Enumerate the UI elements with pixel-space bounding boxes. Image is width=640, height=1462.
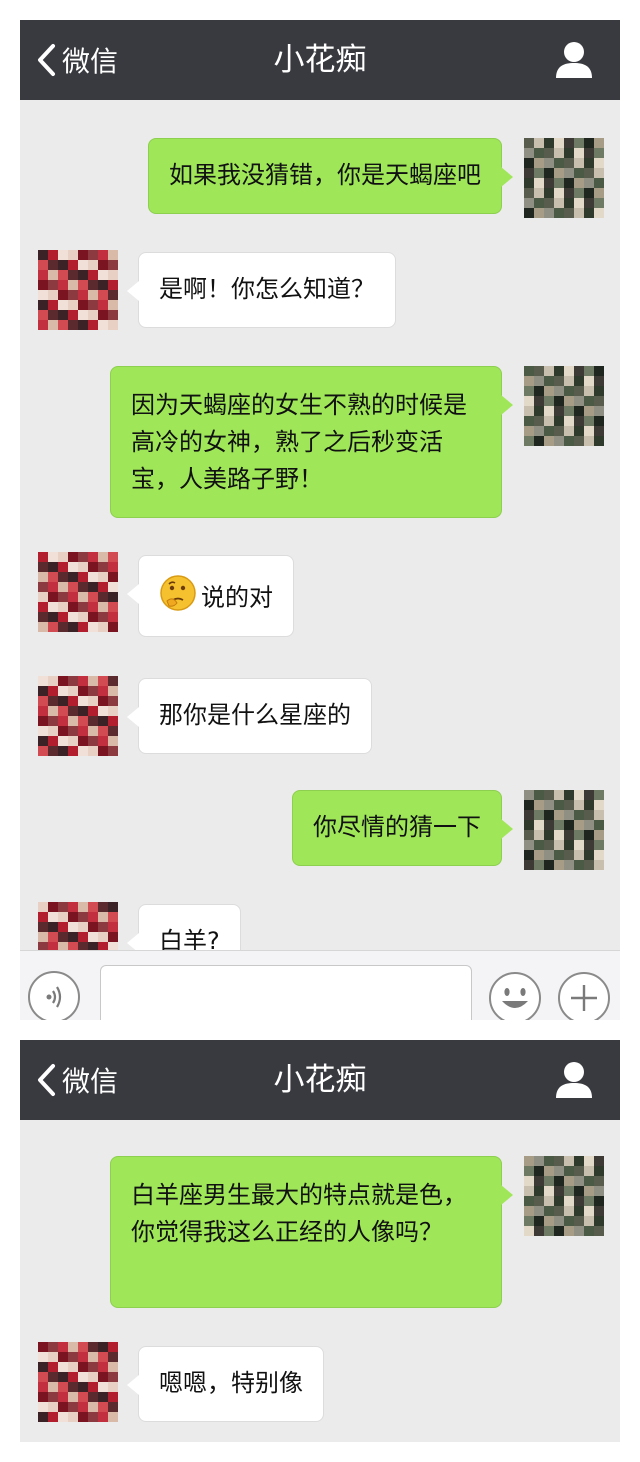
message-text: 因为天蝎座的女生不熟的时候是高冷的女神，熟了之后秒变活宝，人美路子野！ <box>131 391 467 493</box>
avatar-image <box>524 366 604 446</box>
person-icon <box>556 1062 592 1098</box>
message-text: 你尽情的猜一下 <box>313 813 481 841</box>
message-row-me: 如果我没猜错，你是天蝎座吧 <box>20 138 620 218</box>
my-avatar[interactable] <box>524 366 604 446</box>
message-text: 说的对 <box>201 583 273 612</box>
plus-icon <box>558 972 610 1020</box>
message-text: 如果我没猜错，你是天蝎座吧 <box>169 161 481 189</box>
message-row-them: 是啊！你怎么知道？ <box>20 250 620 330</box>
contact-avatar[interactable] <box>38 250 118 330</box>
more-button[interactable] <box>557 971 611 1020</box>
message-row-me: 你尽情的猜一下 <box>20 790 620 870</box>
message-row-them: 说的对 <box>20 552 620 637</box>
profile-button[interactable] <box>554 1060 594 1100</box>
chat-screen-1: 微信 小花痴 如果我没猜错，你是天蝎座吧 是啊！你怎么知道？ 因为天蝎座的女生不… <box>20 20 620 1020</box>
avatar-image <box>38 552 118 632</box>
message-text: 嗯嗯，特别像 <box>159 1369 303 1397</box>
my-message-bubble[interactable]: 白羊座男生最大的特点就是色，你觉得我这么正经的人像吗？ <box>110 1156 513 1308</box>
contact-avatar[interactable] <box>38 552 118 632</box>
message-row-me: 因为天蝎座的女生不熟的时候是高冷的女神，熟了之后秒变活宝，人美路子野！ <box>20 366 620 518</box>
message-input[interactable] <box>100 965 472 1020</box>
avatar-image <box>524 790 604 870</box>
message-text: 那你是什么星座的 <box>159 701 351 729</box>
their-message-bubble[interactable]: 嗯嗯，特别像 <box>127 1346 324 1422</box>
their-message-bubble[interactable]: 说的对 <box>127 555 294 637</box>
message-row-me: 白羊座男生最大的特点就是色，你觉得我这么正经的人像吗？ <box>20 1156 620 1308</box>
avatar-image <box>38 676 118 756</box>
chat-screen-2: 微信 小花痴 白羊座男生最大的特点就是色，你觉得我这么正经的人像吗？ 嗯嗯，特别… <box>20 1040 620 1442</box>
emoji-button[interactable] <box>488 971 542 1020</box>
message-row-them: 嗯嗯，特别像 <box>20 1342 620 1422</box>
avatar-image <box>524 1156 604 1236</box>
my-avatar[interactable] <box>524 790 604 870</box>
voice-button[interactable] <box>28 971 80 1020</box>
person-icon <box>556 42 592 78</box>
my-message-bubble[interactable]: 你尽情的猜一下 <box>292 790 513 866</box>
avatar-image <box>38 1342 118 1422</box>
their-message-bubble[interactable]: 那你是什么星座的 <box>127 678 372 754</box>
nav-bar: 微信 小花痴 <box>20 20 620 100</box>
profile-button[interactable] <box>554 40 594 80</box>
chat-title: 小花痴 <box>273 1062 367 1098</box>
message-text: 白羊座男生最大的特点就是色，你觉得我这么正经的人像吗？ <box>131 1181 467 1246</box>
contact-avatar[interactable] <box>38 1342 118 1422</box>
nav-bar: 微信 小花痴 <box>20 1040 620 1120</box>
my-avatar[interactable] <box>524 1156 604 1236</box>
voice-icon <box>46 986 62 1008</box>
thinking-face-emoji <box>159 574 197 623</box>
chat-title: 小花痴 <box>273 42 367 78</box>
avatar-image <box>38 250 118 330</box>
message-text: 是啊！你怎么知道？ <box>159 275 375 303</box>
avatar-image <box>524 138 604 218</box>
message-row-them: 那你是什么星座的 <box>20 676 620 756</box>
my-message-bubble[interactable]: 如果我没猜错，你是天蝎座吧 <box>148 138 513 214</box>
my-avatar[interactable] <box>524 138 604 218</box>
contact-avatar[interactable] <box>38 676 118 756</box>
my-message-bubble[interactable]: 因为天蝎座的女生不熟的时候是高冷的女神，熟了之后秒变活宝，人美路子野！ <box>110 366 513 518</box>
input-bar <box>20 950 620 1020</box>
their-message-bubble[interactable]: 是啊！你怎么知道？ <box>127 252 396 328</box>
emoji-icon <box>489 972 541 1020</box>
